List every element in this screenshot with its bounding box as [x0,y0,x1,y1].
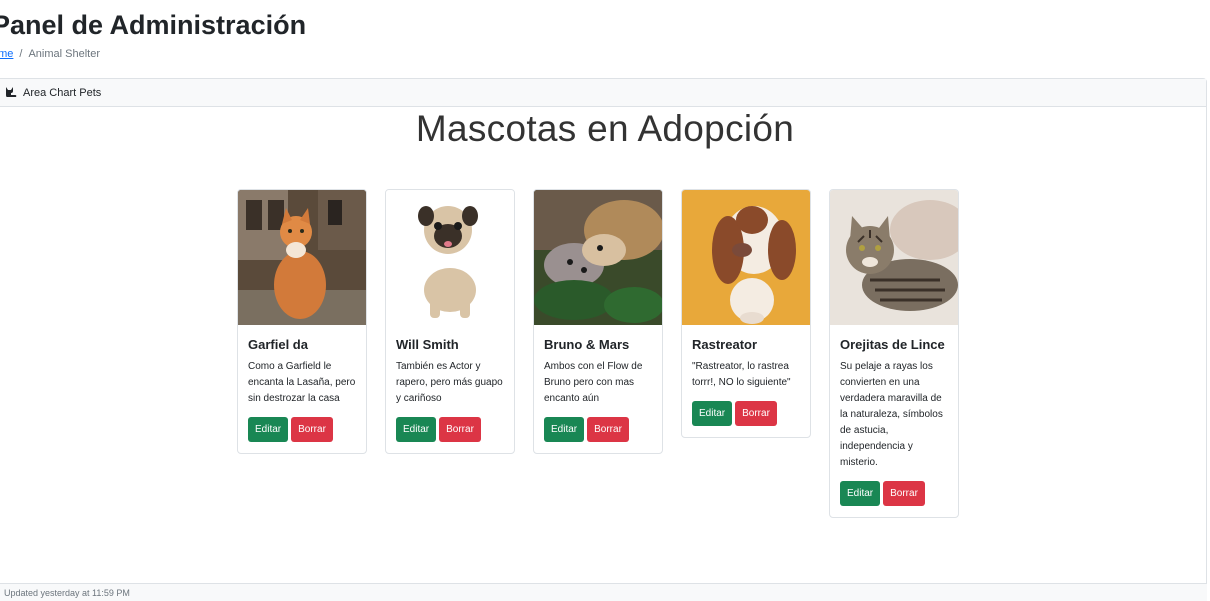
pet-card: Rastreator "Rastreator, lo rastrea torrr… [681,189,811,438]
pet-name: Rastreator [692,337,758,352]
pet-card-body: Orejitas de Lince Su pelaje a rayas los … [830,325,958,517]
pet-card-body: Garfiel da Como a Garfield le encanta la… [238,325,366,453]
edit-button[interactable]: Editar [544,417,585,442]
breadcrumb: ome / Animal Shelter [0,48,100,60]
page-title: Panel de Administración [0,10,307,40]
pet-card: Will Smith También es Actor y rapero, pe… [385,189,515,454]
breadcrumb-current: Animal Shelter [28,48,101,60]
delete-button[interactable]: Borrar [587,417,629,442]
pet-photo-cat-and-dog [534,190,662,325]
pet-card-body: Bruno & Mars Ambos con el Flow de Bruno … [534,325,662,453]
cat-icon [5,87,17,99]
pet-description: "Rastreator, lo rastrea torrr!, NO lo si… [692,361,791,388]
pet-name: Garfiel da [248,337,308,352]
breadcrumb-separator: / [19,48,23,60]
pet-description: Ambos con el Flow de Bruno pero con mas … [544,361,643,404]
panel-footer: Updated yesterday at 11:59 PM [0,583,1207,601]
delete-button[interactable]: Borrar [439,417,481,442]
pet-photo-pug [386,190,514,325]
panel-header: Area Chart Pets [0,79,1206,107]
pet-actions: Editar Borrar [248,417,356,442]
breadcrumb-home-link[interactable]: ome [0,48,13,60]
edit-button[interactable]: Editar [692,401,733,426]
pet-description: También es Actor y rapero, pero más guap… [396,361,503,404]
pet-photo-orange-cat [238,190,366,325]
edit-button[interactable]: Editar [248,417,289,442]
pet-actions: Editar Borrar [544,417,652,442]
delete-button[interactable]: Borrar [883,481,925,506]
edit-button[interactable]: Editar [396,417,437,442]
pet-card: Orejitas de Lince Su pelaje a rayas los … [829,189,959,518]
delete-button[interactable]: Borrar [735,401,777,426]
pet-description: Su pelaje a rayas los convierten en una … [840,361,943,468]
pet-actions: Editar Borrar [396,417,504,442]
pet-card-body: Rastreator "Rastreator, lo rastrea torrr… [682,325,810,437]
pet-actions: Editar Borrar [840,481,948,506]
main-heading: Mascotas en Adopción [415,108,795,149]
pet-name: Will Smith [396,337,459,352]
pet-description: Como a Garfield le encanta la Lasaña, pe… [248,361,356,404]
delete-button[interactable]: Borrar [291,417,333,442]
pet-name: Bruno & Mars [544,337,630,352]
pet-name: Orejitas de Lince [840,337,945,352]
pet-card-body: Will Smith También es Actor y rapero, pe… [386,325,514,453]
pet-photo-spaniel [682,190,810,325]
pet-card: Garfiel da Como a Garfield le encanta la… [237,189,367,454]
pet-actions: Editar Borrar [692,401,800,426]
pet-card: Bruno & Mars Ambos con el Flow de Bruno … [533,189,663,454]
panel-header-label: Area Chart Pets [23,86,102,99]
edit-button[interactable]: Editar [840,481,881,506]
pet-photo-tabby-cat [830,190,958,325]
